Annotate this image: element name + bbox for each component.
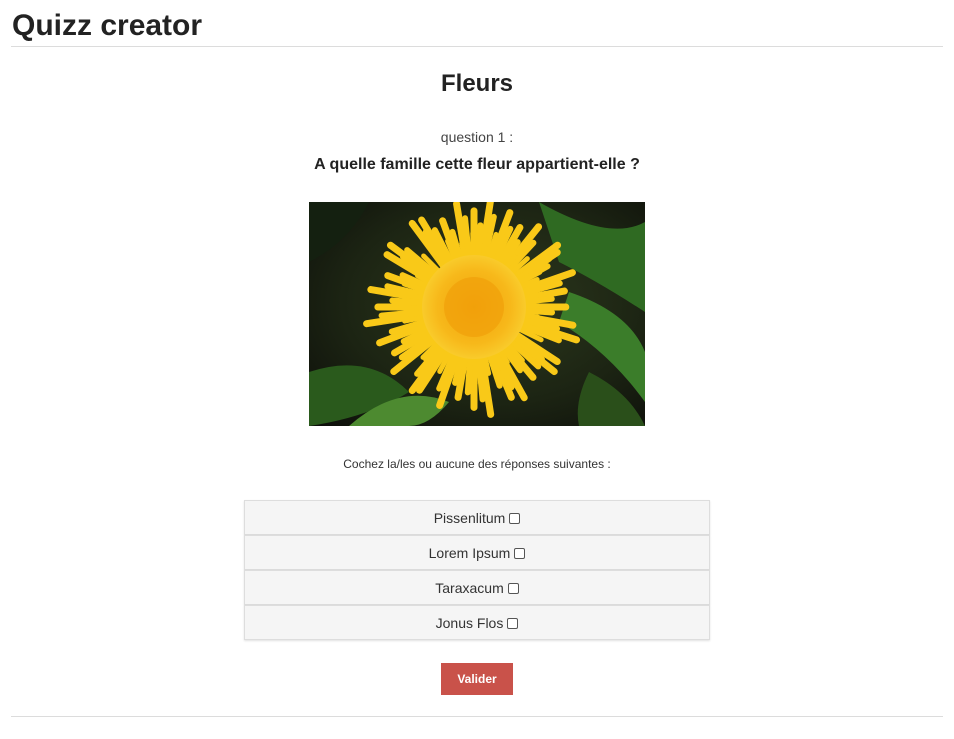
answer-label: Jonus Flos [435,614,504,631]
answers-list: Pissenlitum Lorem Ipsum Taraxacum Jonus … [244,500,710,640]
answer-option-4[interactable]: Jonus Flos [244,605,710,640]
answer-instructions: Cochez la/les ou aucune des réponses sui… [343,457,611,471]
quiz-title: Fleurs [440,70,514,97]
app-title: Quizz creator [12,9,203,42]
flower-image [309,202,645,426]
header-divider [11,46,943,47]
answer-checkbox[interactable] [514,548,526,559]
validate-button[interactable]: Valider [441,663,513,695]
answer-label: Lorem Ipsum [428,544,511,561]
question-text: A quelle famille cette fleur appartient-… [314,156,640,173]
answer-checkbox[interactable] [507,583,519,594]
answer-checkbox[interactable] [509,513,521,524]
answer-option-1[interactable]: Pissenlitum [244,500,710,535]
answer-option-3[interactable]: Taraxacum [244,570,710,605]
answer-label: Pissenlitum [433,509,506,526]
answer-checkbox[interactable] [507,618,519,629]
question-number: question 1 : [440,129,514,145]
page: Quizz creator Fleurs question 1 : A quel… [0,0,954,739]
footer-divider [11,716,943,717]
answer-label: Taraxacum [435,579,504,596]
answer-option-2[interactable]: Lorem Ipsum [244,535,710,570]
